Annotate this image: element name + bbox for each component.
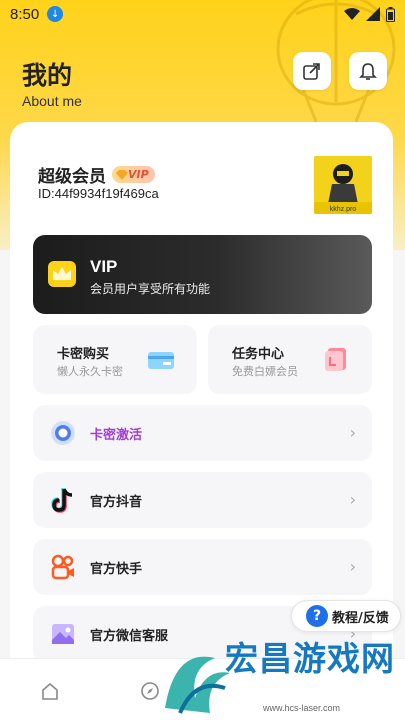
user-name: 超级会员 VIP [38,162,155,187]
share-button[interactable] [293,52,331,90]
signal-icon [366,7,380,21]
menu-label-activation: 卡密激活 [90,428,143,443]
user-name-text: 超级会员 [38,167,106,187]
card-purchase-title: 卡密购买 [57,347,110,362]
user-id: ID:44f9934f19f469ca [38,186,159,201]
kuaishou-icon [51,554,74,580]
home-icon[interactable] [40,681,60,701]
status-bar: 8:50 ↓ [0,0,405,28]
vip-badge-label: VIP [128,168,149,181]
diamond-icon [116,169,128,180]
activation-icon [51,421,75,445]
menu-douyin[interactable]: 官方抖音 › [33,472,372,528]
wifi-icon [344,8,360,20]
menu-label-douyin: 官方抖音 [90,495,143,510]
chevron-right-icon: › [349,423,356,442]
watermark-title: 宏昌游戏网 [225,639,395,678]
tiktok-icon [51,488,73,513]
vip-badge: VIP [112,166,155,183]
card-icon [148,352,174,369]
battery-icon [386,6,395,22]
question-icon: ? [306,605,328,627]
download-icon: ↓ [47,6,64,22]
chevron-right-icon: › [349,490,356,509]
status-time: 8:50 [10,5,40,23]
vip-banner[interactable] [33,235,372,314]
menu-label-kuaishou: 官方快手 [90,562,143,577]
page-title: 我的 [22,61,73,90]
card-purchase-subtitle: 懒人永久卡密 [57,365,123,378]
card-purchase[interactable]: 卡密购买 懒人永久卡密 [33,325,197,394]
share-icon [303,63,320,80]
help-feedback-label: 教程/反馈 [332,610,389,626]
task-center[interactable]: 任务中心 免费白嫖会员 [208,325,372,394]
notification-button[interactable] [349,52,387,90]
vip-banner-subtitle: 会员用户享受所有功能 [90,282,211,296]
avatar-illustration: kkhz.pro [314,156,372,214]
crown-icon [48,261,76,287]
bell-icon [359,63,377,80]
vip-banner-title: VIP [90,257,118,276]
page-subtitle: About me [22,93,82,109]
watermark-url: www.hcs-laser.com [263,703,341,713]
task-center-subtitle: 免费白嫖会员 [232,365,298,378]
menu-kuaishou[interactable]: 官方快手 › [33,539,372,595]
image-icon [52,624,74,644]
avatar[interactable]: kkhz.pro [314,156,372,214]
avatar-caption: kkhz.pro [330,206,357,213]
chevron-right-icon: › [349,557,356,576]
menu-card-activation[interactable]: 卡密激活 › [33,405,372,461]
task-center-title: 任务中心 [232,347,285,362]
task-icon [325,348,346,371]
